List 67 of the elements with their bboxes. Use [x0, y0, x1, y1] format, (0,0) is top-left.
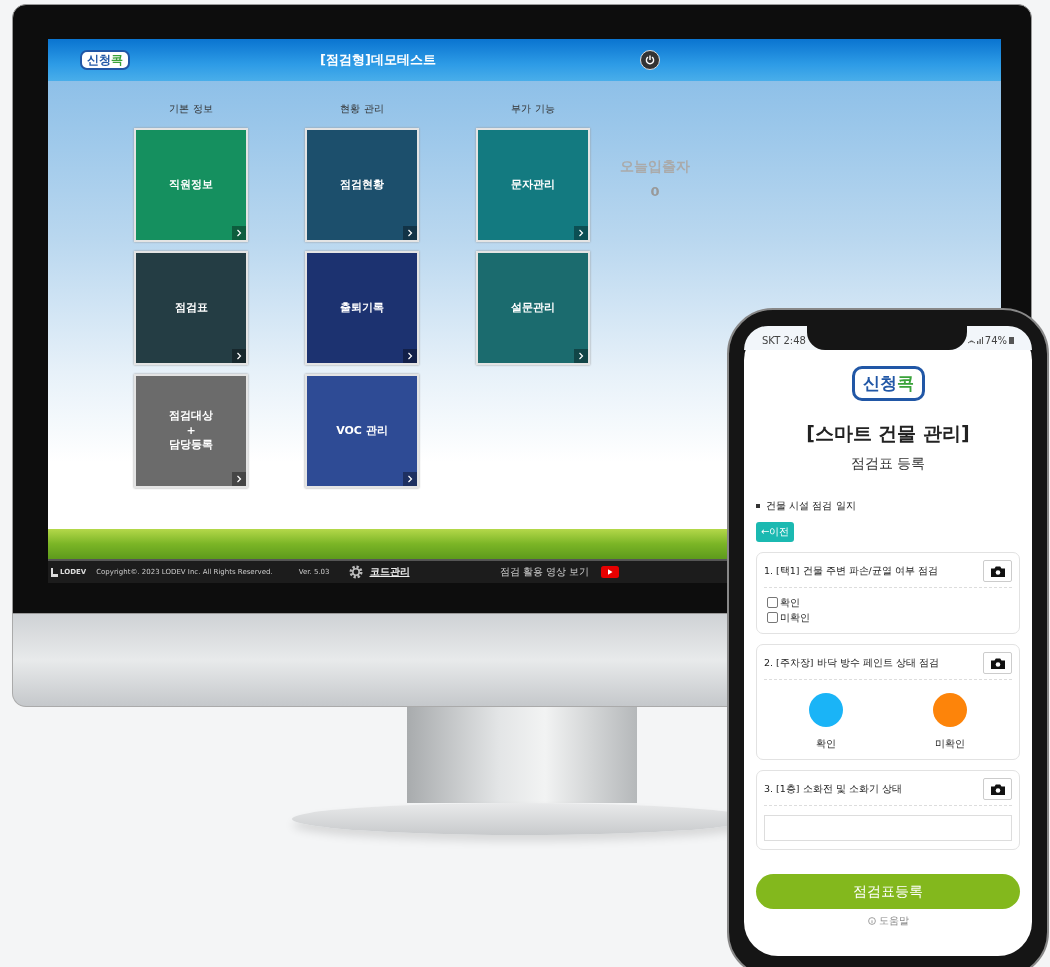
column-heading: 기본 정보	[168, 102, 214, 116]
tile-label: VOC 관리	[336, 423, 388, 439]
page-title: [점검형]데모테스트	[320, 51, 437, 69]
menu-tile[interactable]: 점검표	[134, 251, 248, 365]
column-heading: 현황 관리	[339, 102, 385, 116]
logo: 신청콕	[851, 366, 925, 401]
chevron-icon	[403, 226, 417, 240]
page-subtitle: 점검표 등록	[849, 455, 927, 473]
camera-button[interactable]	[983, 560, 1012, 582]
tile-label: 점검표	[174, 300, 208, 316]
menu-tile[interactable]: VOC 관리	[305, 374, 419, 488]
column-heading: 부가 기능	[510, 102, 556, 116]
camera-icon	[990, 783, 1005, 795]
chevron-icon	[574, 349, 588, 363]
color-option-button[interactable]	[809, 693, 843, 727]
help-link[interactable]: 도움말	[867, 914, 909, 928]
menu-tile[interactable]: 설문관리	[476, 251, 590, 365]
play-icon	[601, 566, 620, 578]
checkbox-label: 미확인	[780, 610, 810, 625]
question-title: 2. [주차장] 바닥 방수 페인트 상태 점검	[764, 656, 939, 670]
info-icon	[867, 917, 876, 925]
chevron-icon	[232, 349, 246, 363]
tile-label: 문자관리	[511, 177, 555, 193]
logo: 신청콕	[80, 50, 130, 70]
gear-icon	[347, 564, 364, 580]
camera-icon	[990, 657, 1005, 669]
option-label: 미확인	[935, 737, 965, 751]
color-option-button[interactable]	[933, 693, 967, 727]
camera-icon	[990, 565, 1005, 577]
checkbox[interactable]	[767, 612, 778, 623]
question-title: 1. [택1] 건물 주변 파손/균열 여부 점검	[764, 564, 938, 578]
tile-label: 점검대상 + 담당등록	[169, 408, 213, 454]
checkbox-label: 확인	[780, 595, 800, 610]
camera-button[interactable]	[983, 652, 1012, 674]
tile-label: 출퇴기록	[340, 300, 384, 316]
chevron-icon	[574, 226, 588, 240]
today-label: 오늘입출자	[619, 158, 691, 176]
question-title: 3. [1층] 소화전 및 소화기 상태	[764, 782, 902, 796]
brand-mark-icon	[51, 567, 58, 577]
camera-button[interactable]	[983, 778, 1012, 800]
chevron-icon	[232, 226, 246, 240]
menu-tile[interactable]: 점검대상 + 담당등록	[134, 374, 248, 488]
menu-tile[interactable]: 점검현황	[305, 128, 419, 242]
option-label: 확인	[816, 737, 836, 751]
page-title: [스마트 건물 관리]	[805, 421, 971, 446]
tile-label: 설문관리	[511, 300, 555, 316]
today-count: 0	[649, 184, 661, 199]
bullet-icon	[756, 504, 760, 508]
menu-tile[interactable]: 직원정보	[134, 128, 248, 242]
battery-icon	[1009, 336, 1014, 344]
chevron-icon	[403, 349, 417, 363]
code-manage-link[interactable]: 코드관리	[369, 565, 410, 579]
chevron-icon	[232, 472, 246, 486]
section-label: 건물 시설 점검 일지	[766, 499, 856, 513]
battery-percent: 74%	[984, 334, 1007, 346]
text-input-field[interactable]	[764, 815, 1012, 841]
tile-label: 직원정보	[169, 177, 213, 193]
menu-tile[interactable]: 문자관리	[476, 128, 590, 242]
menu-tile[interactable]: 출퇴기록	[305, 251, 419, 365]
signal-icon	[966, 336, 983, 344]
video-link[interactable]: 점검 활용 영상 보기	[499, 565, 590, 579]
power-button[interactable]	[640, 50, 660, 70]
chevron-icon	[403, 472, 417, 486]
status-time: SKT 2:48	[762, 334, 806, 346]
checkbox[interactable]	[767, 597, 778, 608]
power-icon	[644, 54, 656, 66]
tile-label: 점검현황	[340, 177, 384, 193]
